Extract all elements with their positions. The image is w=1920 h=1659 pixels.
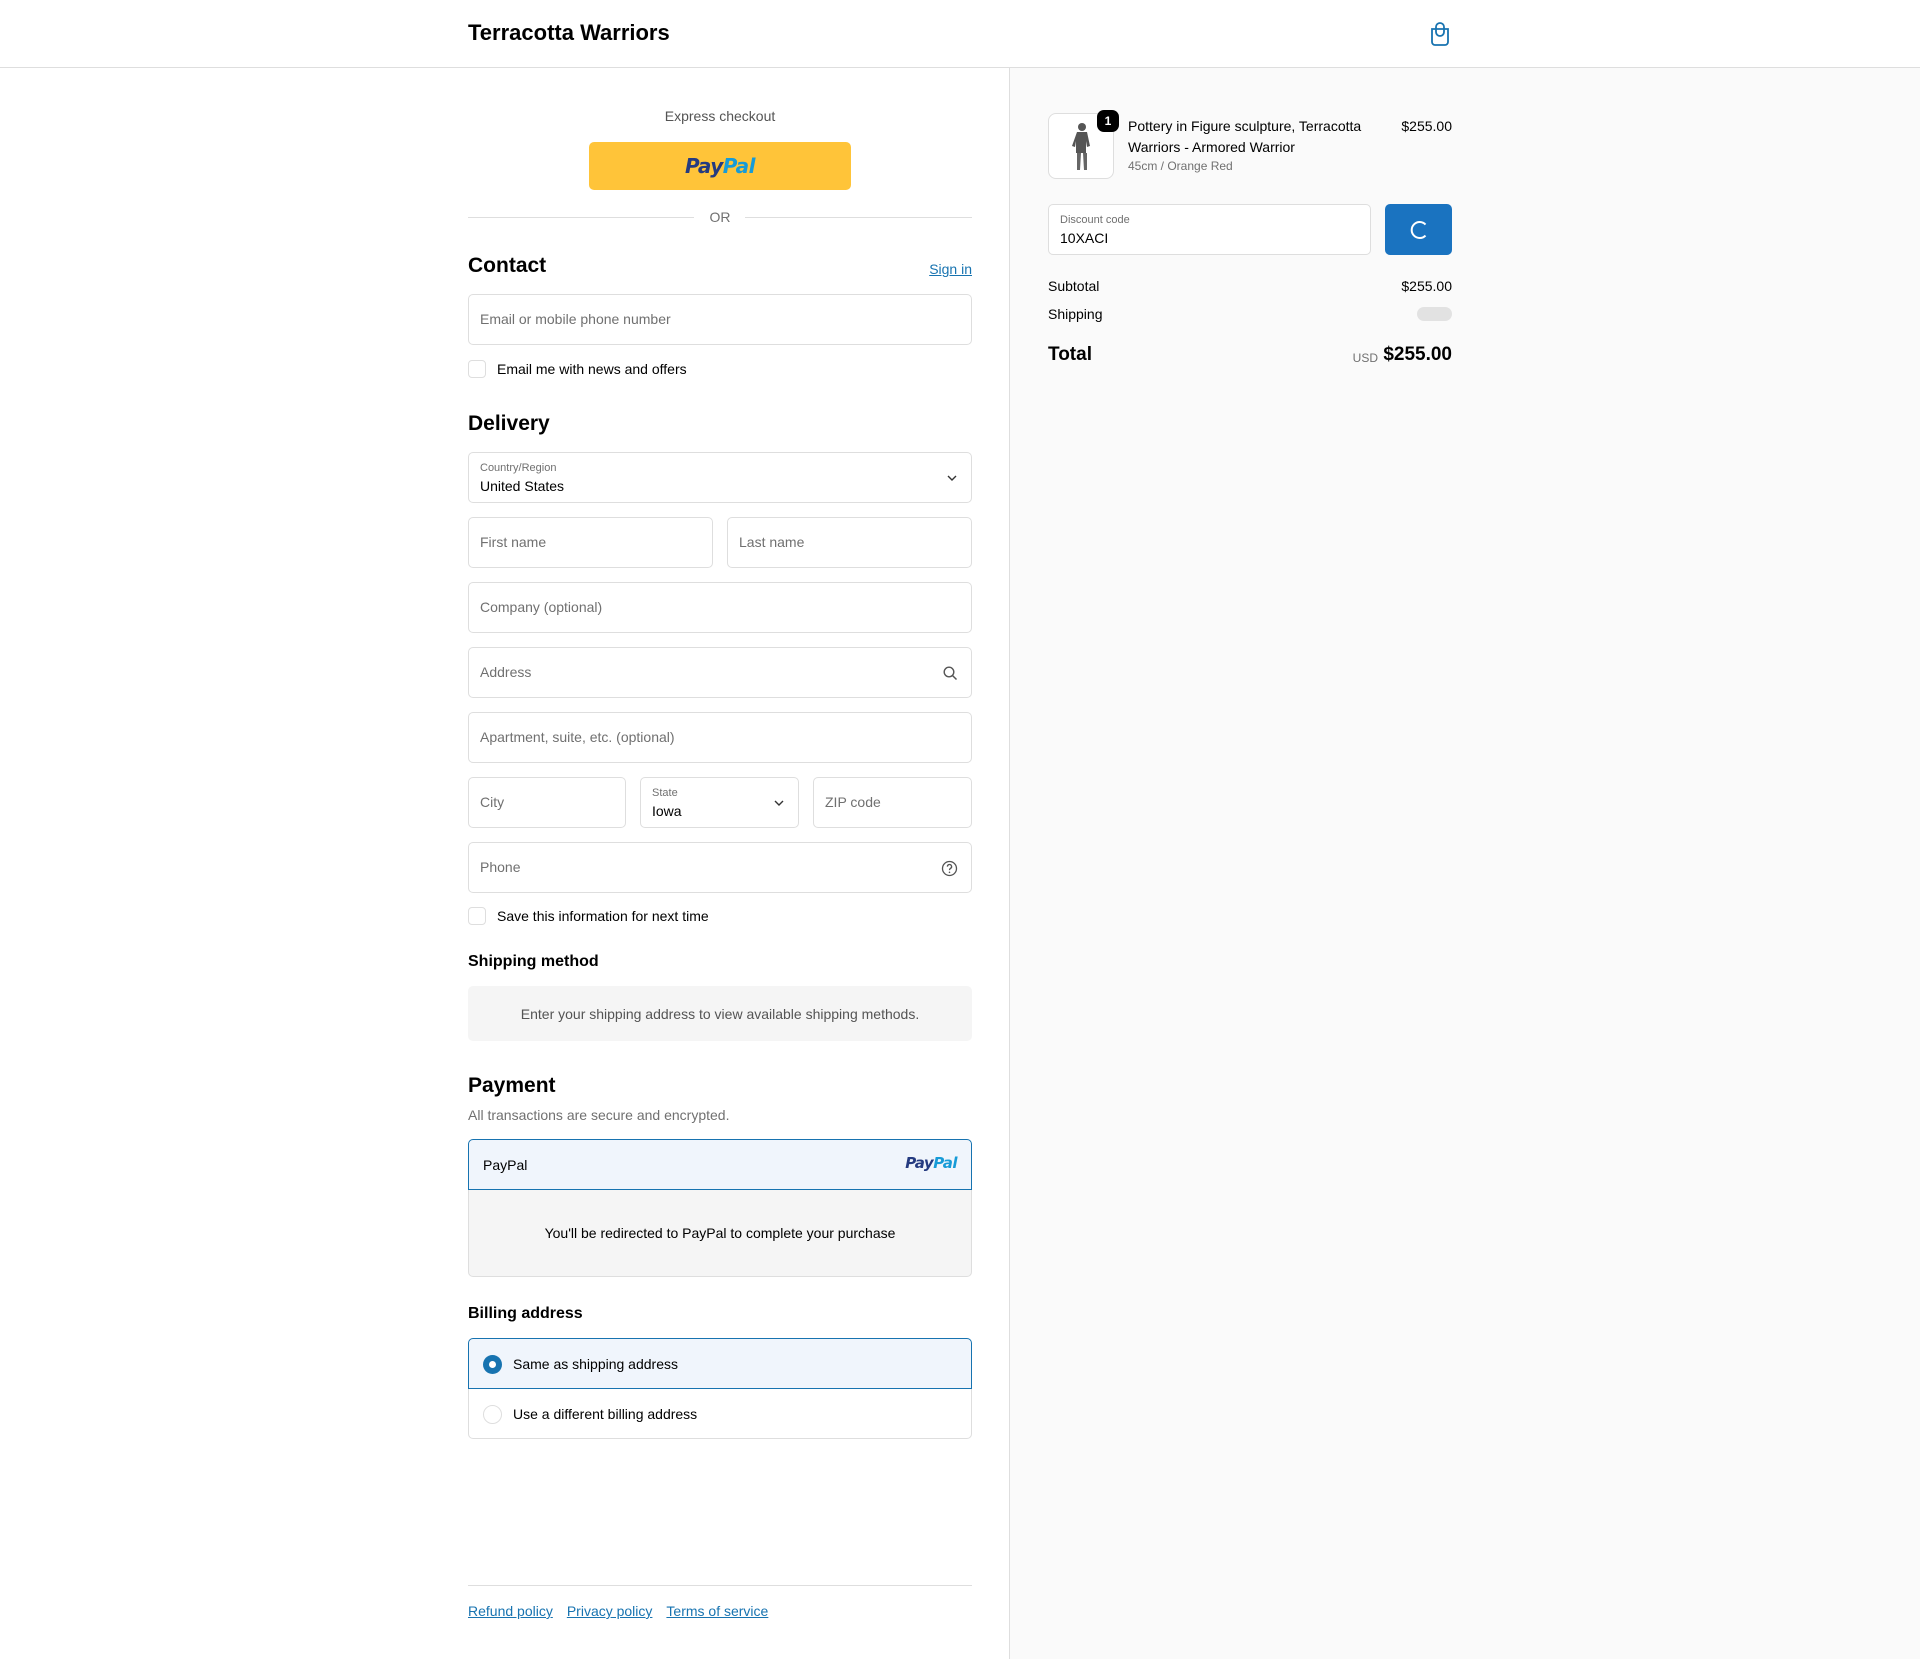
payment-method-label: PayPal: [483, 1157, 528, 1173]
paypal-express-button[interactable]: PayPal: [589, 142, 851, 190]
paypal-logo-icon: PayPal: [684, 154, 756, 178]
apply-discount-button[interactable]: [1385, 204, 1452, 255]
billing-option-different[interactable]: Use a different billing address: [468, 1389, 972, 1439]
paypal-redirect-message: You'll be redirected to PayPal to comple…: [468, 1190, 972, 1277]
warrior-statue-icon: [1072, 123, 1090, 170]
terms-of-service-link[interactable]: Terms of service: [666, 1603, 768, 1619]
save-info-label: Save this information for next time: [497, 908, 709, 924]
billing-option-same[interactable]: Same as shipping address: [468, 1338, 972, 1389]
news-checkbox[interactable]: [468, 360, 486, 378]
quantity-badge: 1: [1097, 110, 1119, 132]
discount-code-field[interactable]: Discount code 10XACI: [1048, 204, 1371, 255]
news-checkbox-label: Email me with news and offers: [497, 361, 687, 377]
email-field[interactable]: Email or mobile phone number: [468, 294, 972, 345]
shopping-bag-icon[interactable]: [1429, 22, 1451, 46]
footer-links: Refund policy Privacy policy Terms of se…: [468, 1603, 768, 1619]
paypal-logo-icon: PayPal: [905, 1154, 957, 1172]
save-info-checkbox-row[interactable]: Save this information for next time: [468, 906, 709, 926]
save-info-checkbox[interactable]: [468, 907, 486, 925]
sign-in-link[interactable]: Sign in: [929, 261, 972, 277]
help-icon[interactable]: [941, 860, 958, 877]
zip-field[interactable]: ZIP code: [813, 777, 972, 828]
phone-field[interactable]: Phone: [468, 842, 972, 893]
loading-spinner-icon: [1410, 220, 1426, 239]
radio-unselected[interactable]: [483, 1405, 502, 1424]
chevron-down-icon: [947, 475, 957, 481]
chevron-down-icon: [774, 800, 784, 806]
shipping-method-message: Enter your shipping address to view avai…: [468, 986, 972, 1041]
news-checkbox-row[interactable]: Email me with news and offers: [468, 359, 687, 379]
payment-heading: Payment: [468, 1074, 556, 1097]
delivery-heading: Delivery: [468, 412, 550, 435]
payment-security-note: All transactions are secure and encrypte…: [468, 1107, 730, 1123]
radio-selected[interactable]: [483, 1355, 502, 1374]
search-icon[interactable]: [943, 666, 958, 681]
order-summary-pane: [1009, 68, 1920, 1659]
payment-method-paypal[interactable]: PayPal PayPal: [468, 1139, 972, 1190]
city-field[interactable]: City: [468, 777, 626, 828]
footer-divider: [468, 1585, 972, 1586]
header: Terracotta Warriors: [0, 0, 1920, 68]
country-select[interactable]: Country/Region United States: [468, 452, 972, 503]
express-checkout-label: Express checkout: [664, 108, 776, 124]
or-divider: OR: [468, 208, 972, 228]
total-label: Total: [1048, 344, 1092, 365]
subtotal-value: $255.00: [1401, 278, 1452, 294]
shipping-loading-placeholder: [1417, 307, 1452, 321]
first-name-field[interactable]: First name: [468, 517, 713, 568]
shipping-label: Shipping: [1048, 306, 1103, 322]
total-value: $255.00: [1383, 344, 1452, 365]
apartment-field[interactable]: Apartment, suite, etc. (optional): [468, 712, 972, 763]
product-variant: 45cm / Orange Red: [1128, 159, 1233, 173]
refund-policy-link[interactable]: Refund policy: [468, 1603, 553, 1619]
subtotal-label: Subtotal: [1048, 278, 1100, 294]
product-price: $255.00: [1401, 118, 1452, 134]
contact-heading: Contact: [468, 254, 547, 277]
shipping-method-heading: Shipping method: [468, 953, 599, 970]
company-field[interactable]: Company (optional): [468, 582, 972, 633]
state-select[interactable]: State Iowa: [640, 777, 799, 828]
product-name: Pottery in Figure sculpture, Terracotta …: [1128, 118, 1362, 155]
privacy-policy-link[interactable]: Privacy policy: [567, 1603, 653, 1619]
billing-address-heading: Billing address: [468, 1305, 583, 1322]
last-name-field[interactable]: Last name: [727, 517, 972, 568]
shop-name[interactable]: Terracotta Warriors: [468, 20, 670, 46]
address-field[interactable]: Address: [468, 647, 972, 698]
